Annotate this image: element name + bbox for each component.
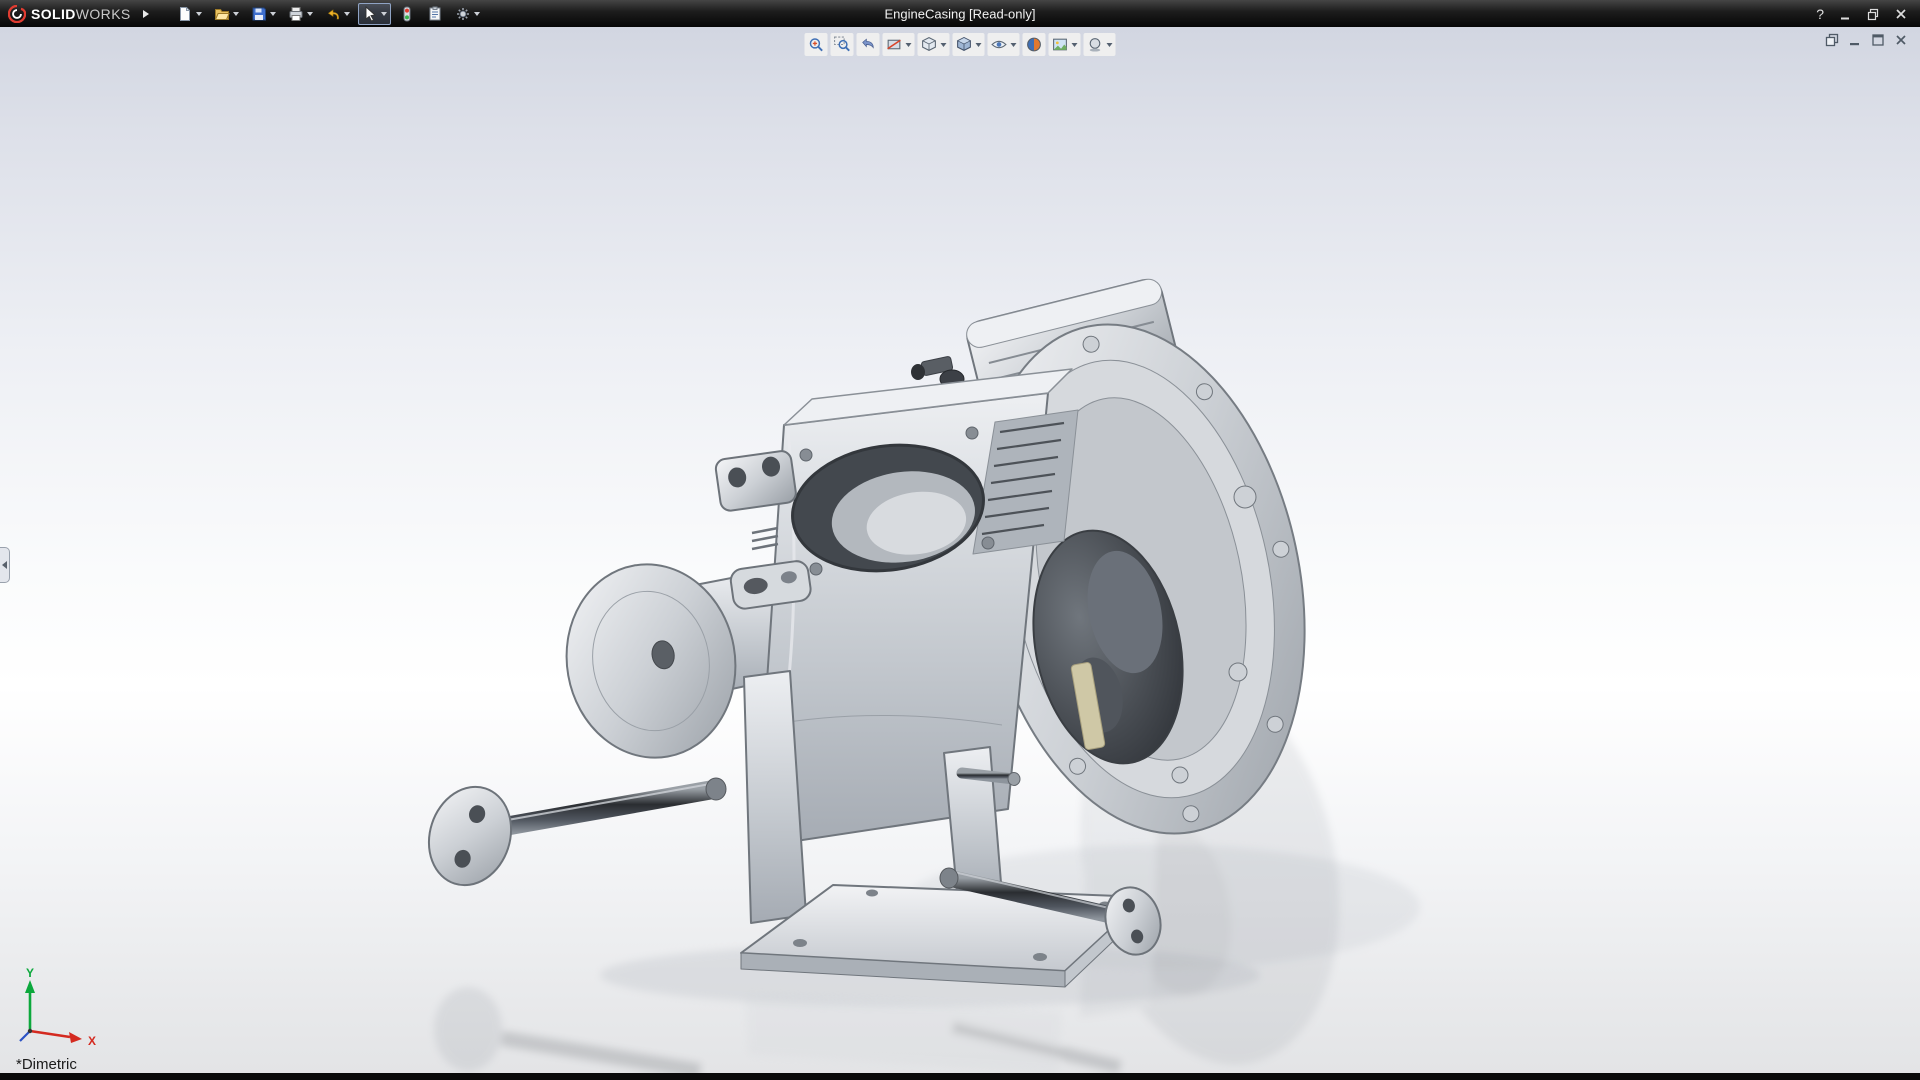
zoom-to-area-button[interactable] [830,33,854,56]
restore-button[interactable] [1866,7,1880,21]
print-button[interactable] [284,3,317,25]
hide-show-items-icon [991,40,1007,49]
solidworks-window: SOLIDWORKS EngineCasing [Read-only] ? Y … [0,0,1920,1080]
collapse-arrow-icon [2,561,7,569]
view-orientation-label: *Dimetric [16,1056,77,1073]
help-button[interactable]: ? [1816,7,1824,21]
new-document-icon [179,6,190,21]
print-icon [289,6,303,21]
model-reflection-ghost [1080,669,1340,1065]
new-document-dropdown-icon[interactable] [195,11,202,16]
menu-flyout-arrow-icon[interactable] [142,9,149,18]
select-dropdown-icon[interactable] [380,11,387,16]
view-settings-icon [1089,38,1101,52]
apply-scene-dropdown-icon[interactable] [1071,42,1078,47]
section-view-button[interactable] [882,33,915,56]
minimize-button[interactable] [1838,7,1852,21]
hide-show-items-dropdown-icon[interactable] [1010,42,1017,47]
undo-icon [327,8,339,19]
zoom-to-fit-button[interactable] [804,33,828,56]
section-view-icon [887,39,901,50]
select-button[interactable] [357,2,391,25]
open-dropdown-icon[interactable] [232,11,239,16]
graphics-viewport[interactable]: Y X *Dimetric [0,27,1920,1073]
save-dropdown-icon[interactable] [269,11,276,16]
previous-view-icon [862,38,874,49]
file-properties-icon [429,6,441,20]
options-icon [456,7,469,20]
triad-y-label: Y [26,967,34,980]
titlebar: SOLIDWORKS EngineCasing [Read-only] ? [0,0,1920,27]
doc-close-button[interactable] [1894,33,1908,47]
heads-up-view-toolbar [804,33,1116,56]
standard-toolbar [173,2,484,25]
engine-casing-3d-model [427,278,1420,1073]
options-dropdown-icon[interactable] [473,11,480,16]
display-style-dropdown-icon[interactable] [975,42,982,47]
save-button[interactable] [247,3,280,25]
new-document-button[interactable] [173,3,206,25]
hide-show-items-button[interactable] [987,33,1020,56]
section-view-dropdown-icon[interactable] [905,42,912,47]
options-button[interactable] [451,3,484,25]
rebuild-icon [403,6,411,21]
close-button[interactable] [1894,7,1908,21]
print-dropdown-icon[interactable] [306,11,313,16]
open-icon [214,8,230,20]
view-orientation-icon [922,36,936,51]
save-icon [252,7,266,20]
featuremanager-collapsed-tab[interactable] [0,547,10,583]
brand-text: SOLIDWORKS [31,5,131,22]
doc-restore-button[interactable] [1825,33,1839,47]
zoom-to-fit-icon [809,38,823,52]
undo-button[interactable] [321,3,354,25]
edit-appearance-icon [1027,37,1041,52]
document-window-controls [1825,33,1908,47]
view-settings-button[interactable] [1083,33,1116,56]
document-title: EngineCasing [Read-only] [884,6,1036,21]
display-style-button[interactable] [952,33,985,56]
view-orientation-dropdown-icon[interactable] [940,42,947,47]
apply-scene-button[interactable] [1048,33,1081,56]
display-style-icon [956,36,972,51]
view-settings-dropdown-icon[interactable] [1106,42,1113,47]
rebuild-button[interactable] [395,3,419,25]
zoom-to-area-icon [834,36,850,52]
orientation-triad: Y X [19,967,96,1048]
doc-maximize-button[interactable] [1871,33,1885,47]
solidworks-logo: SOLIDWORKS [0,4,131,23]
doc-minimize-button[interactable] [1848,33,1862,47]
bottom-edge-bar [0,1073,1920,1080]
undo-dropdown-icon[interactable] [343,11,350,16]
previous-view-button[interactable] [856,33,880,56]
triad-x-label: X [88,1034,96,1048]
apply-scene-icon [1053,38,1067,51]
floor-reflection [434,987,1122,1073]
solidworks-logo-icon [8,4,26,23]
file-properties-button[interactable] [423,3,447,25]
window-controls: ? [1816,7,1920,21]
open-button[interactable] [210,3,243,25]
edit-appearance-button[interactable] [1022,33,1046,56]
select-cursor-icon [365,5,376,22]
view-orientation-button[interactable] [917,33,950,56]
